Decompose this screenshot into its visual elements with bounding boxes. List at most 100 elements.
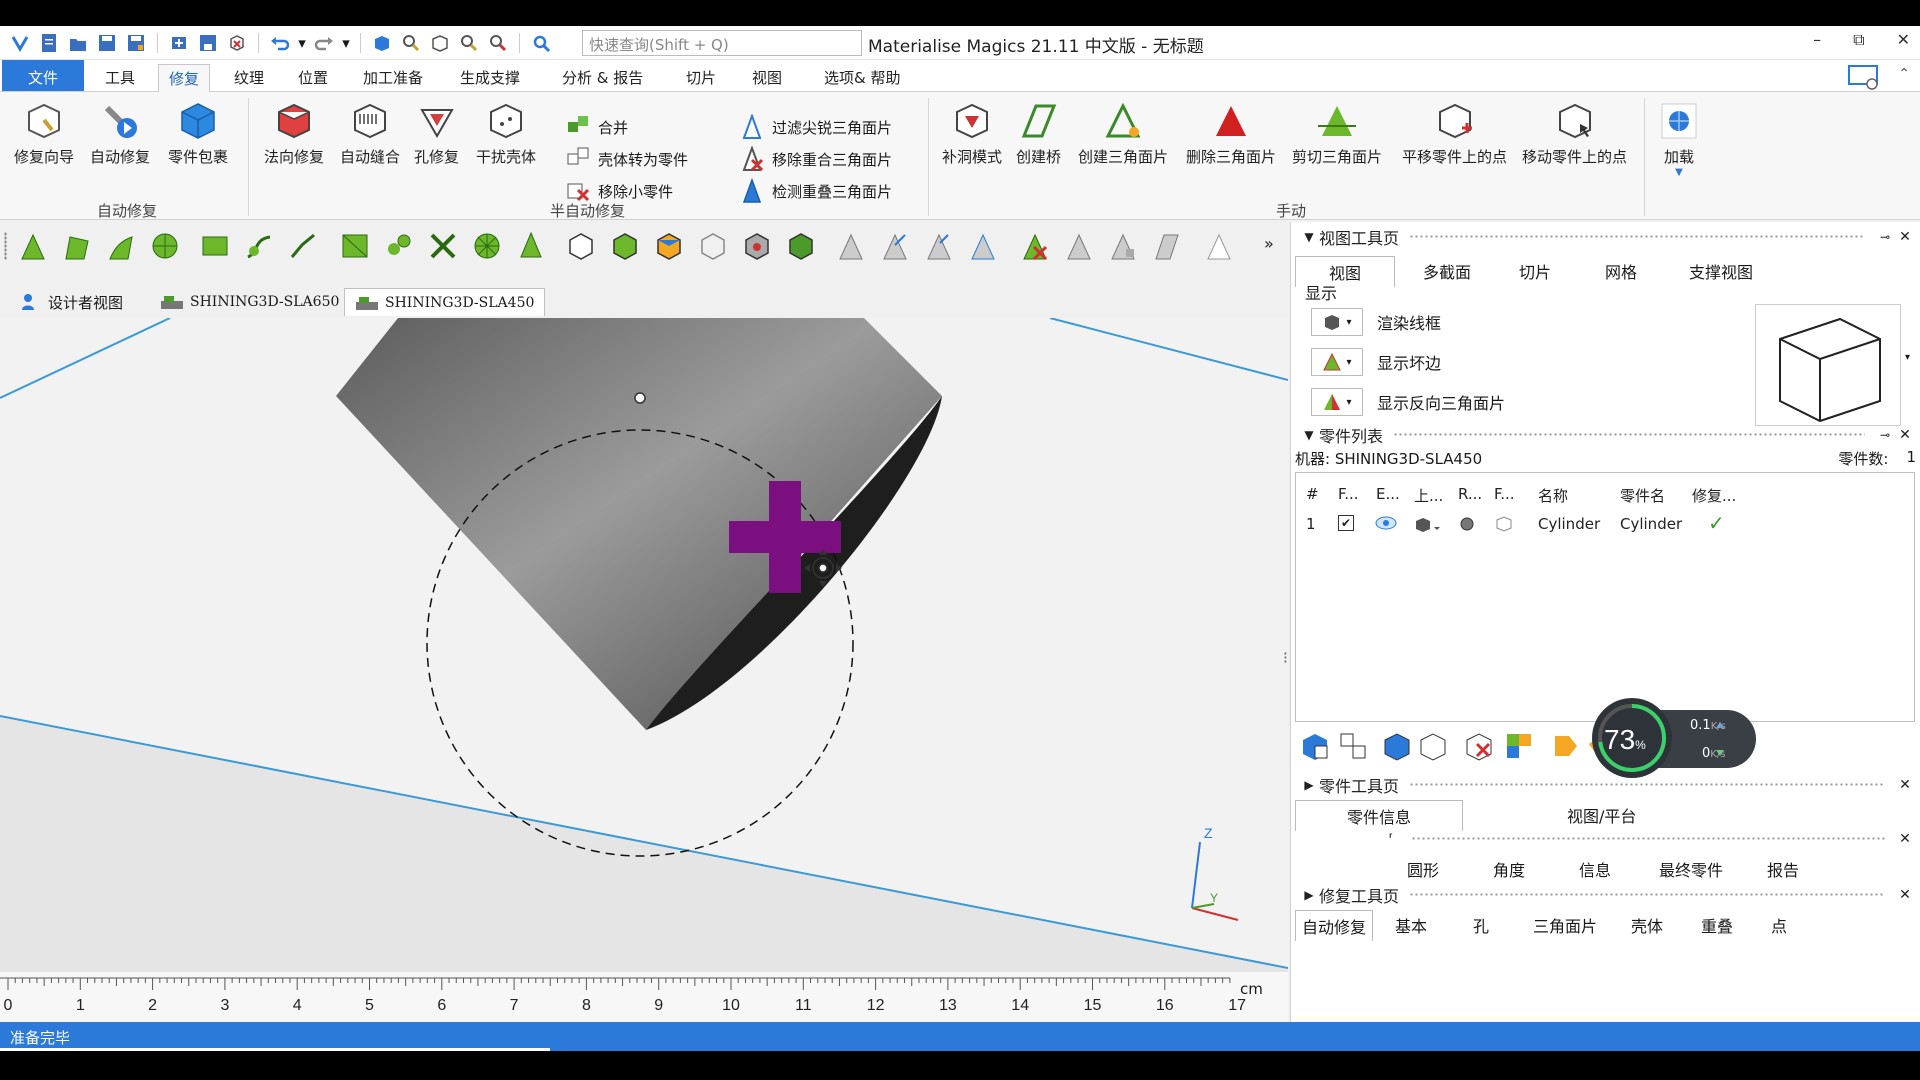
label-parts-icon[interactable] (1549, 730, 1581, 762)
mark-plane-icon[interactable] (62, 231, 92, 261)
tab-holes[interactable]: 孔 (1467, 910, 1495, 940)
noise-shells-button[interactable]: 干扰壳体 (476, 100, 536, 167)
col-e[interactable]: E... (1376, 485, 1400, 503)
col-name[interactable]: 名称 (1538, 485, 1568, 506)
filter-sharp-triangles-button[interactable]: 过滤尖锐三角面片 (740, 114, 892, 140)
tab-info[interactable]: 信息 (1573, 854, 1617, 884)
import-part-icon[interactable] (167, 32, 191, 54)
close-icon[interactable]: ✕ (1895, 777, 1915, 793)
tab-designer-view[interactable]: 设计者视图 (10, 288, 133, 316)
save-as-icon[interactable] (124, 32, 148, 54)
move-point-button[interactable]: 移动零件上的点 (1522, 100, 1627, 167)
menu-build-prep[interactable]: 加工准备 (353, 64, 433, 91)
color-parts-icon[interactable] (1503, 730, 1535, 762)
minimize-button[interactable]: – (1813, 30, 1821, 50)
expand-icon[interactable]: ▶ (1299, 778, 1319, 792)
tab-shells[interactable]: 壳体 (1625, 910, 1669, 940)
col-f[interactable]: F... (1338, 485, 1359, 503)
inverted-dropdown[interactable]: ▾ (1311, 388, 1363, 416)
auto-repair-button[interactable]: 自动修复 (90, 100, 150, 167)
menu-repair[interactable]: 修复 (158, 64, 211, 93)
close-icon[interactable]: ✕ (1895, 887, 1915, 903)
view-back-icon[interactable] (610, 231, 640, 261)
measure-icon[interactable]: ⸢ (1381, 832, 1401, 846)
redo-dropdown-icon[interactable]: ▾ (341, 32, 351, 54)
tab-auto-repair[interactable]: 自动修复 (1295, 910, 1374, 941)
unload-part-icon[interactable] (225, 32, 249, 54)
tab-circle[interactable]: 圆形 (1401, 854, 1445, 884)
tri-grow-icon[interactable] (968, 231, 998, 261)
translate-point-button[interactable]: 平移零件上的点 (1402, 100, 1507, 167)
menu-texture[interactable]: 纹理 (224, 64, 274, 91)
mark-window-icon[interactable] (200, 231, 230, 261)
restore-button[interactable]: ⧉ (1853, 30, 1864, 50)
create-bridge-button[interactable]: 创建桥 (1016, 100, 1061, 167)
expand-icon[interactable]: ▶ (1299, 888, 1319, 902)
render-dropdown[interactable]: ▾ (1311, 308, 1363, 336)
tab-sla650[interactable]: SHINING3D-SLA650 (150, 288, 349, 316)
view-shaded-icon[interactable] (786, 231, 816, 261)
addons-button[interactable]: 加载 ▼ (1658, 100, 1700, 178)
circle-center-handle[interactable] (634, 392, 646, 404)
repair-wizard-button[interactable]: 修复向导 (14, 100, 74, 167)
tab-slice[interactable]: 切片 (1513, 256, 1557, 286)
view-tool-page-header[interactable]: ▼ 视图工具页 ⊸ ✕ (1291, 224, 1920, 250)
undo-icon[interactable] (268, 32, 292, 54)
view-cube-preview[interactable] (1755, 304, 1901, 426)
mark-contour-icon[interactable] (244, 231, 274, 261)
menu-options-help[interactable]: 选项& 帮助 (814, 64, 910, 91)
view-top-icon[interactable] (654, 231, 684, 261)
auto-stitch-button[interactable]: 自动缝合 (340, 100, 400, 167)
bad-edges-dropdown[interactable]: ▾ (1311, 348, 1363, 376)
tri-select-icon[interactable] (836, 231, 866, 261)
toolbar-overflow-icon[interactable]: » (1264, 234, 1274, 253)
group-parts-icon[interactable] (1381, 730, 1413, 762)
pin-icon[interactable]: ⊸ (1875, 230, 1895, 244)
remove-part-icon[interactable] (1463, 730, 1495, 762)
zoom-part-icon[interactable] (428, 32, 452, 54)
collapse-icon[interactable]: ▼ (1299, 428, 1319, 442)
select-all-icon[interactable] (1299, 730, 1331, 762)
toolbar-grip[interactable] (4, 232, 7, 260)
color-dot-icon[interactable] (1458, 515, 1476, 537)
col-repair[interactable]: 修复... (1692, 485, 1736, 506)
mark-box-icon[interactable] (340, 231, 370, 261)
tab-support-view[interactable]: 支撑视图 (1683, 256, 1759, 286)
detect-overlapping-triangles-button[interactable]: 检测重叠三角面片 (740, 178, 892, 204)
tri-unmark-icon[interactable] (1020, 231, 1050, 261)
render-mode-icon[interactable] (1414, 515, 1442, 537)
show-inverted-triangles-option[interactable]: ▾ 显示反向三角面片 (1311, 388, 1505, 416)
parts-table[interactable]: # F... E... 上... R... F... 名称 零件名 修复... … (1295, 472, 1915, 722)
mark-tree-icon[interactable] (516, 231, 546, 261)
menu-analysis-report[interactable]: 分析 & 报告 (552, 64, 653, 91)
tab-overlap[interactable]: 重叠 (1695, 910, 1739, 940)
redo-icon[interactable] (312, 32, 336, 54)
col-f2[interactable]: F... (1494, 485, 1515, 503)
parts-list-header[interactable]: ▼ 零件列表 ⊸ ✕ (1291, 422, 1920, 448)
collapse-icon[interactable]: ▼ (1299, 230, 1319, 244)
collapse-ribbon-icon[interactable]: ⌃ (1898, 66, 1910, 82)
menu-tools[interactable]: 工具 (95, 64, 145, 91)
fill-hole-mode-button[interactable]: 补洞模式 (942, 100, 1002, 167)
shell-to-part-button[interactable]: 壳体转为零件 (566, 146, 688, 172)
view-wire-icon[interactable] (698, 231, 728, 261)
undo-dropdown-icon[interactable]: ▾ (297, 32, 307, 54)
tab-angle[interactable]: 角度 (1487, 854, 1531, 884)
cut-triangle-button[interactable]: 剪切三角面片 (1292, 100, 1382, 167)
open-file-icon[interactable] (66, 32, 90, 54)
3d-viewport[interactable]: Z Y ⁝ (0, 318, 1288, 973)
app-logo-icon[interactable] (8, 32, 32, 54)
menu-generate-support[interactable]: 生成支撑 (450, 64, 530, 91)
pin-icon[interactable]: ⊸ (1875, 428, 1895, 442)
mark-noise-icon[interactable] (428, 231, 458, 261)
tri-invert-icon[interactable] (1064, 231, 1094, 261)
close-icon[interactable]: ✕ (1895, 427, 1915, 443)
col-up[interactable]: 上... (1414, 485, 1443, 506)
tab-final-part[interactable]: 最终零件 (1653, 854, 1729, 884)
show-bad-edges-option[interactable]: ▾ 显示坏边 (1311, 348, 1441, 376)
measure-page-header[interactable]: ⸢ ✕ (1291, 826, 1920, 852)
new-file-icon[interactable] (37, 32, 61, 54)
view-front-icon[interactable] (566, 231, 596, 261)
save-part-icon[interactable] (196, 32, 220, 54)
screen-settings-icon[interactable] (1848, 64, 1880, 94)
